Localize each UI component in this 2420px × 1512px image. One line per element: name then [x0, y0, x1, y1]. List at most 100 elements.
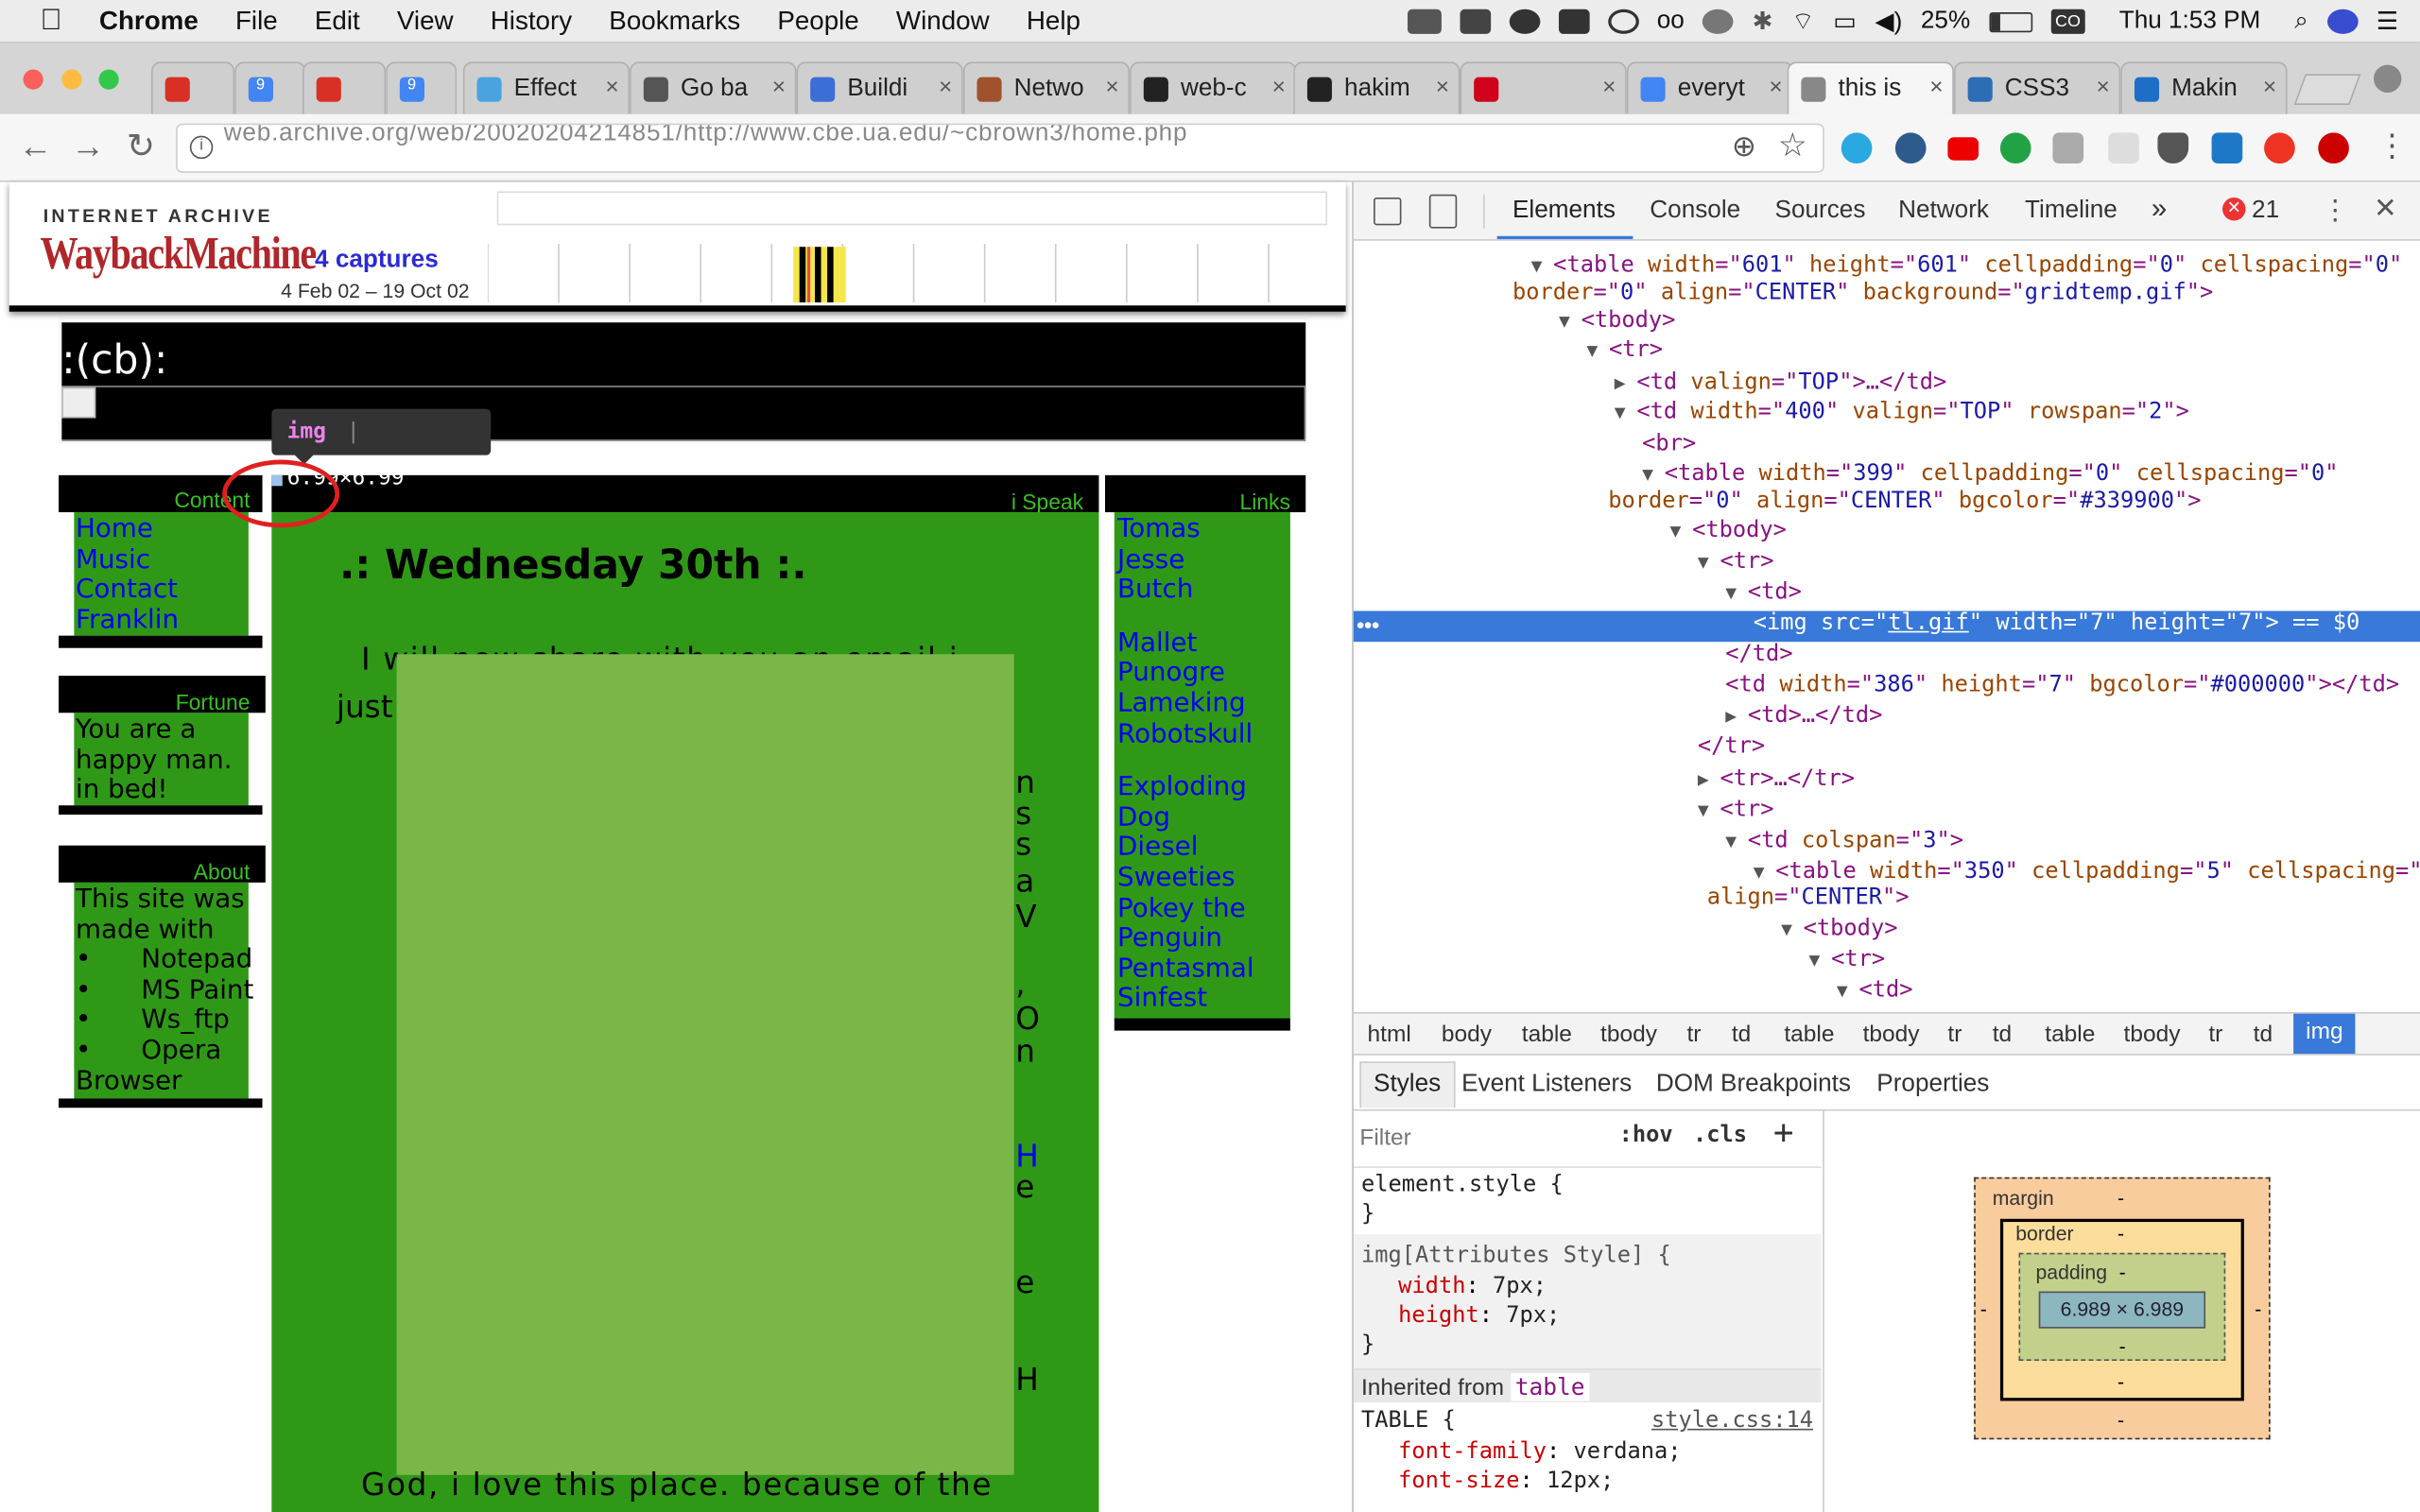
tab-sources[interactable]: Sources — [1775, 198, 1866, 225]
expand-triangle-icon[interactable]: ▼ — [1754, 861, 1776, 883]
tab[interactable]: this is × — [1787, 61, 1954, 114]
expand-triangle-icon[interactable]: ▼ — [1837, 980, 1859, 1002]
profile-icon[interactable] — [2374, 64, 2402, 93]
dom-node[interactable]: ▼ <tr> — [1698, 798, 1774, 822]
expand-triangle-icon[interactable]: ▼ — [1586, 339, 1609, 361]
menu-view[interactable]: View — [397, 6, 454, 37]
tab[interactable]: Netwo × — [962, 61, 1131, 114]
tab[interactable]: Effect × — [462, 61, 631, 114]
dom-node[interactable]: border="0" align="CENTER" background="gr… — [1512, 281, 2213, 305]
extension-b-icon[interactable] — [1894, 132, 1927, 164]
adblock-icon[interactable] — [2264, 132, 2295, 164]
expand-triangle-icon[interactable]: ▼ — [1615, 401, 1637, 422]
dom-node-selected[interactable]: <img src="tl.gif" width="7" height="7"> … — [1754, 611, 2360, 636]
battery-icon[interactable] — [1988, 11, 2032, 32]
element-style-selector[interactable]: element.style { — [1361, 1173, 1564, 1197]
close-tab-icon[interactable]: × — [1929, 74, 1943, 100]
close-tab-icon[interactable]: × — [772, 74, 786, 100]
glasses-icon[interactable]: oo — [1657, 8, 1685, 35]
airplay-icon[interactable]: ▭ — [1833, 7, 1857, 38]
dom-node[interactable]: ▼ <tbody> — [1559, 309, 1675, 334]
close-tab-icon[interactable]: × — [1272, 74, 1286, 100]
dom-node[interactable]: align="CENTER"> — [1707, 885, 1910, 910]
menu-people[interactable]: People — [777, 6, 858, 37]
extension-book-icon[interactable] — [2211, 132, 2243, 164]
dom-node[interactable]: <td width="386" height="7" bgcolor="#000… — [1725, 673, 2399, 697]
link-lameking[interactable]: Lameking — [1117, 689, 1254, 720]
subtab-properties[interactable]: Properties — [1876, 1071, 1989, 1098]
styles-filter-input[interactable] — [1359, 1120, 1592, 1155]
link-robotskull[interactable]: Robotskull — [1117, 719, 1254, 750]
inherited-tag[interactable]: table — [1510, 1373, 1590, 1401]
dom-node[interactable]: ▼ <table width="601" height="601" cellpa… — [1531, 253, 2403, 278]
breadcrumb-item[interactable]: table — [1522, 1022, 1572, 1048]
style-property[interactable]: width: 7px; — [1398, 1275, 1547, 1299]
extension-screenshot-icon[interactable] — [2108, 132, 2139, 164]
wayback-url-field[interactable] — [496, 191, 1328, 226]
dom-node[interactable]: ▼ <td> — [1725, 580, 1802, 605]
link-jesse[interactable]: Jesse — [1117, 544, 1254, 576]
collapsed-triangle-icon[interactable]: ▶ — [1615, 371, 1637, 393]
drive-icon[interactable] — [1703, 9, 1735, 34]
tab[interactable]: CSS3 × — [1953, 61, 2121, 114]
tab[interactable] — [150, 61, 235, 114]
breadcrumb-item[interactable]: tr — [2208, 1022, 2222, 1048]
link-dog[interactable]: Dog — [1117, 802, 1254, 833]
dom-node[interactable]: </td> — [1725, 642, 1792, 666]
close-devtools-icon[interactable]: ✕ — [2374, 193, 2397, 225]
breadcrumb-item[interactable]: tbody — [1600, 1022, 1657, 1048]
expand-triangle-icon[interactable]: ▼ — [1531, 254, 1554, 276]
new-style-rule-button[interactable]: + — [1773, 1114, 1794, 1153]
dom-node[interactable]: ▼ <table width="399" cellpadding="0" cel… — [1642, 461, 2338, 486]
dom-node[interactable]: </tr> — [1698, 734, 1765, 759]
link-tomas[interactable]: Tomas — [1117, 514, 1254, 545]
expand-triangle-icon[interactable]: ▼ — [1698, 799, 1720, 821]
dom-node[interactable]: ▶ <td>…</td> — [1725, 703, 1882, 728]
nav-franklin[interactable]: Franklin — [76, 605, 179, 636]
dom-node[interactable]: ▼ <tr> — [1586, 338, 1663, 363]
tab[interactable]: hakim × — [1293, 61, 1461, 114]
tab[interactable]: web-c × — [1130, 61, 1297, 114]
docker-icon[interactable] — [1407, 9, 1442, 34]
link-sinfest[interactable]: Sinfest — [1117, 984, 1254, 1015]
breadcrumb-item[interactable]: body — [1442, 1022, 1492, 1048]
link-penguin[interactable]: Penguin — [1117, 923, 1254, 954]
minimize-window-button[interactable] — [61, 69, 82, 90]
link-diesel[interactable]: Diesel — [1117, 833, 1254, 864]
extension-red-icon[interactable] — [2318, 132, 2349, 164]
back-button[interactable]: ← — [19, 127, 53, 166]
dom-node[interactable]: ▼ <tr> — [1808, 947, 1885, 971]
expand-triangle-icon[interactable]: ▼ — [1670, 520, 1693, 541]
breadcrumb-item[interactable]: td — [1732, 1022, 1751, 1048]
expand-triangle-icon[interactable]: ▼ — [1808, 949, 1831, 971]
tab[interactable]: Go ba × — [630, 61, 797, 114]
captures-link[interactable]: 4 captures — [315, 247, 439, 274]
menu-help[interactable]: Help — [1027, 6, 1080, 37]
new-tab-button[interactable] — [2293, 74, 2361, 106]
breadcrumb-item[interactable]: tbody — [1863, 1022, 1920, 1048]
breadcrumb-item[interactable]: tr — [1947, 1022, 1962, 1048]
menu-bookmarks[interactable]: Bookmarks — [609, 6, 740, 37]
dom-node[interactable]: ▼ <tbody> — [1670, 519, 1787, 543]
link-pentasmal[interactable]: Pentasmal — [1117, 954, 1254, 985]
breadcrumb-item[interactable]: table — [1784, 1022, 1834, 1048]
breadcrumb-item[interactable]: tbody — [2124, 1022, 2181, 1048]
expand-triangle-icon[interactable]: ▼ — [1559, 310, 1582, 332]
link-mallet[interactable]: Mallet — [1117, 628, 1254, 660]
subtab-event-listeners[interactable]: Event Listeners — [1461, 1071, 1632, 1098]
style-property[interactable]: font-size: 12px; — [1398, 1469, 1614, 1493]
nav-music[interactable]: Music — [76, 544, 179, 576]
volume-icon[interactable]: ◀) — [1876, 7, 1903, 38]
tab-timeline[interactable]: Timeline — [2025, 198, 2118, 225]
expand-triangle-icon[interactable]: ▼ — [1725, 830, 1748, 851]
close-tab-icon[interactable]: × — [2263, 74, 2276, 100]
close-tab-icon[interactable]: × — [1105, 74, 1118, 100]
dom-node[interactable]: ▼ <tr> — [1698, 549, 1774, 574]
chrome-menu-icon[interactable]: ⋮ — [2377, 127, 2408, 165]
info-icon[interactable]: i — [189, 135, 214, 160]
tab[interactable]: Makin × — [2120, 61, 2288, 114]
dom-node[interactable]: ▼ <td> — [1837, 978, 1913, 1003]
close-tab-icon[interactable]: × — [1769, 74, 1782, 100]
clock[interactable]: Thu 1:53 PM — [2119, 8, 2261, 35]
extension-green-icon[interactable] — [1999, 132, 2031, 164]
